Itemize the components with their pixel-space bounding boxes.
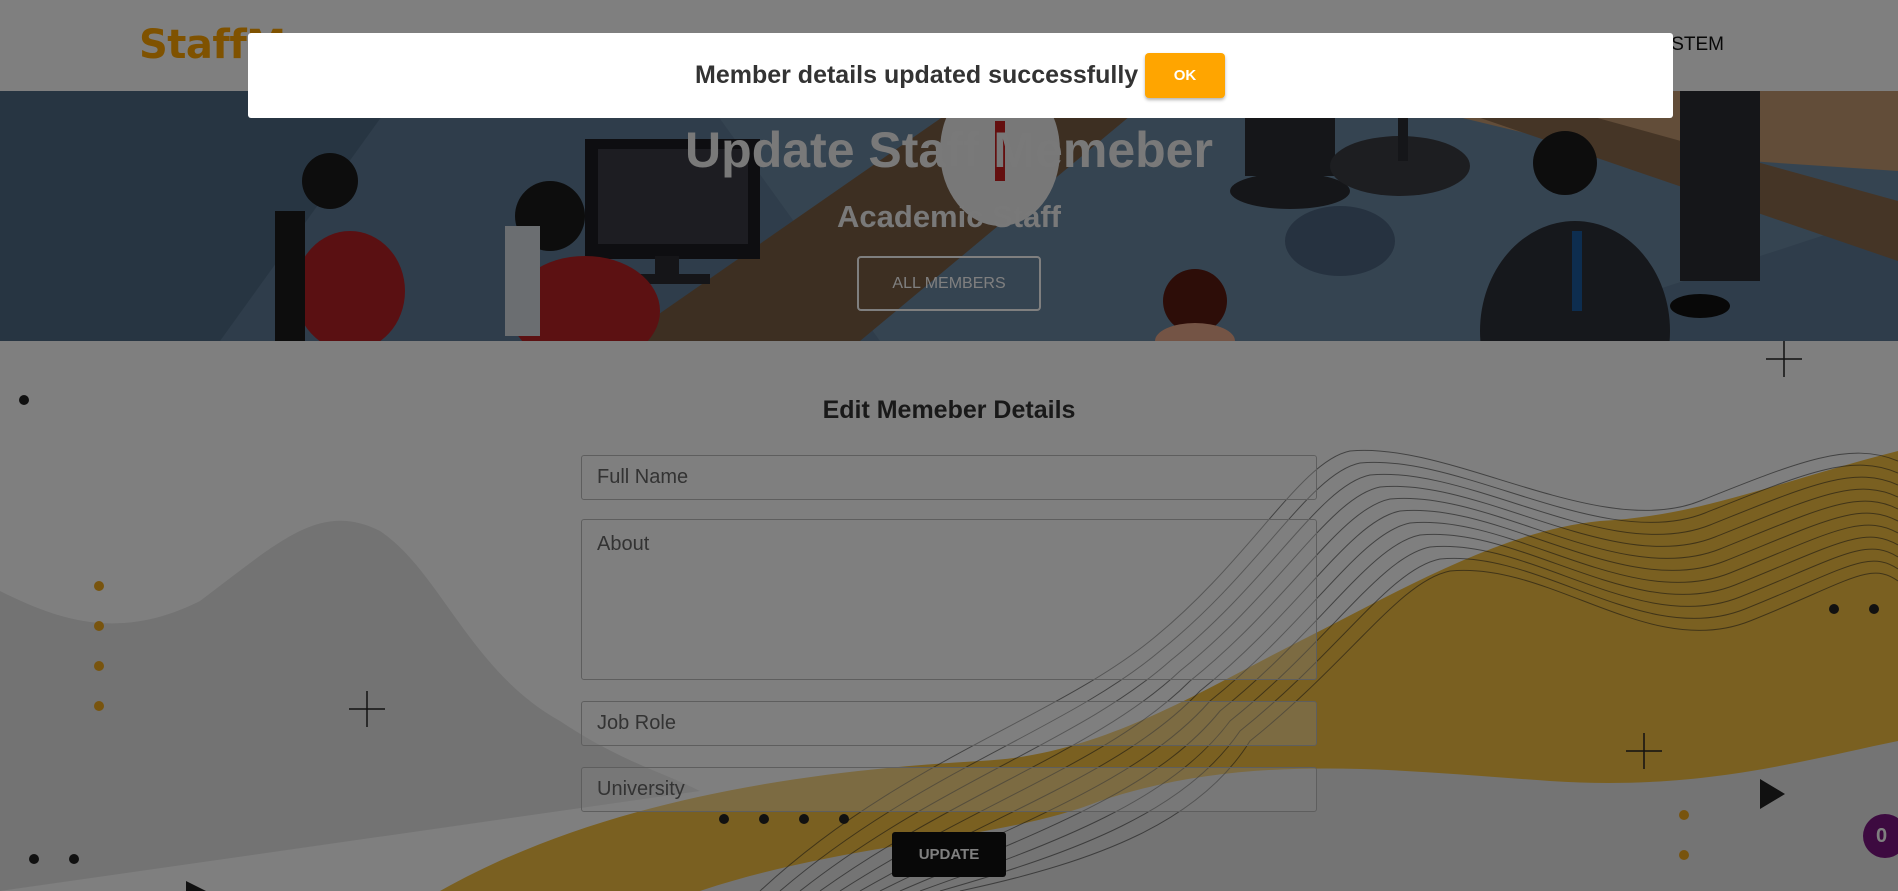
success-message: Member details updated successfully ! [695,61,1154,89]
ok-button[interactable]: OK [1145,53,1225,98]
modal-overlay[interactable] [0,0,1898,891]
success-dialog: Member details updated successfully ! OK [248,33,1673,118]
